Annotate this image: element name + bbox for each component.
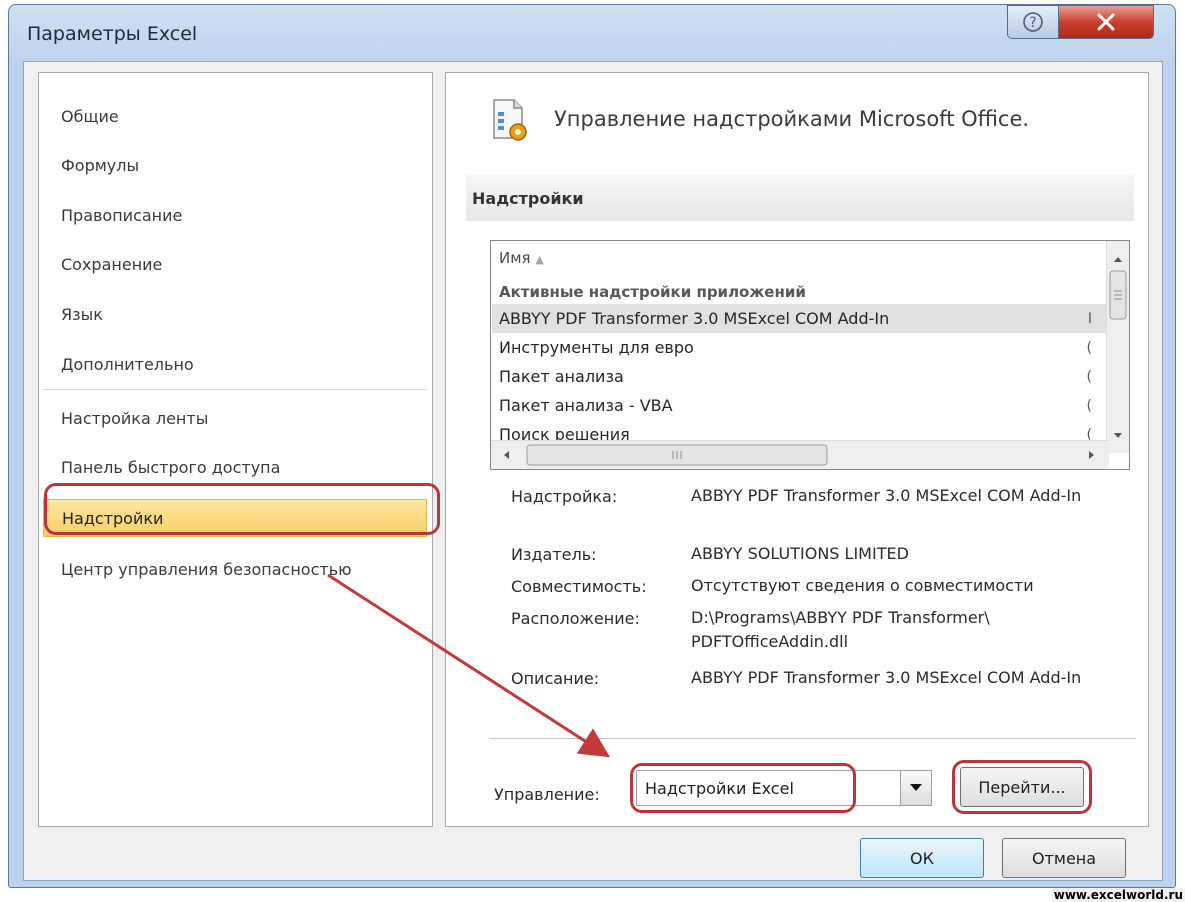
chevron-down-icon [910, 784, 922, 791]
nav-item-customize-ribbon[interactable]: Настройка ленты [43, 399, 427, 437]
vertical-scrollbar-graphics [1109, 257, 1127, 438]
list-item-location-truncated: ( [1086, 397, 1092, 414]
close-button[interactable] [1058, 5, 1154, 39]
annotation-highlight-dropdown [630, 763, 856, 813]
location-value: D:\Programs\ABBYY PDF Transformer\ PDFTO… [691, 608, 990, 651]
description-value: ABBYY PDF Transformer 3.0 MSExcel COM Ad… [691, 668, 1082, 687]
list-item-location-truncated: I [1087, 310, 1092, 327]
nav-item-label: Центр управления безопасностью [61, 559, 352, 579]
nav-item-label: Язык [61, 304, 103, 324]
nav-item-trust-center[interactable]: Центр управления безопасностью [43, 550, 427, 588]
list-item[interactable]: ABBYY PDF Transformer 3.0 MSExcel COM Ad… [492, 304, 1108, 333]
column-header-label: Имя [499, 249, 531, 267]
list-item[interactable]: Пакет анализа ( [492, 362, 1108, 391]
publisher-value: ABBYY SOLUTIONS LIMITED [691, 544, 909, 563]
separator [490, 738, 1135, 739]
nav-item-label: Панель быстрого доступа [61, 457, 281, 477]
cancel-button[interactable]: Отмена [1002, 838, 1126, 878]
watermark: www.excelworld.ru [1051, 888, 1185, 902]
dropdown-button[interactable] [900, 771, 931, 805]
scroll-right-icon [1089, 451, 1094, 459]
horizontal-scrollbar[interactable] [491, 440, 1109, 469]
nav-item-formulas[interactable]: Формулы [43, 146, 427, 184]
help-button[interactable]: ? [1007, 5, 1059, 39]
compatibility-value: Отсутствуют сведения о совместимости [691, 576, 1034, 595]
nav-item-save[interactable]: Сохранение [43, 245, 427, 283]
annotation-highlight-go-button [952, 760, 1092, 814]
dialog-client-area: Общие Формулы Правописание Сохранение Яз… [23, 61, 1163, 881]
scroll-left-icon [504, 451, 509, 459]
vertical-scrollbar[interactable] [1106, 241, 1129, 453]
nav-item-label: Формулы [61, 155, 140, 175]
publisher-label: Издатель: [511, 545, 597, 564]
nav-item-label: Общие [61, 106, 119, 126]
addins-panel: Управление надстройками Microsoft Office… [445, 72, 1149, 827]
addins-list[interactable]: Имя ▲ Активные надстройки приложений ABB… [490, 240, 1130, 470]
nav-item-language[interactable]: Язык [43, 295, 427, 333]
sort-ascending-icon: ▲ [535, 253, 544, 266]
addin-value: ABBYY PDF Transformer 3.0 MSExcel COM Ad… [691, 486, 1082, 505]
close-icon [1097, 13, 1115, 31]
manage-label: Управление: [494, 785, 600, 804]
list-item[interactable]: Пакет анализа - VBA ( [492, 391, 1108, 420]
list-item-location-truncated: ( [1086, 368, 1092, 385]
horizontal-scrollbar-graphics [504, 444, 1094, 466]
list-item-name: ABBYY PDF Transformer 3.0 MSExcel COM Ad… [499, 309, 890, 328]
addins-manager-icon [493, 99, 527, 141]
help-icon: ? [1023, 12, 1043, 32]
location-label: Расположение: [511, 609, 640, 628]
list-item-name: Пакет анализа - VBA [499, 396, 673, 415]
svg-text:?: ? [1029, 15, 1036, 31]
page-title: Управление надстройками Microsoft Office… [554, 107, 1030, 131]
ok-button[interactable]: ОК [860, 838, 984, 878]
nav-divider [43, 389, 427, 390]
group-header-label: Активные надстройки приложений [499, 282, 806, 301]
nav-item-quick-access-toolbar[interactable]: Панель быстрого доступа [43, 448, 427, 486]
nav-item-proofing[interactable]: Правописание [43, 196, 427, 234]
list-item-location-truncated: ( [1086, 339, 1092, 356]
nav-item-label: Дополнительно [61, 354, 194, 374]
addin-label: Надстройка: [511, 487, 618, 506]
nav-item-advanced[interactable]: Дополнительно [43, 345, 427, 383]
scroll-down-icon [1114, 433, 1122, 438]
list-item[interactable]: Инструменты для евро ( [492, 333, 1108, 362]
category-nav: Общие Формулы Правописание Сохранение Яз… [38, 72, 433, 827]
excel-options-dialog: Параметры Excel ? Общие Формулы Правопис… [8, 4, 1176, 888]
annotation-highlight-addins [44, 483, 440, 535]
nav-item-label: Настройка ленты [61, 408, 209, 428]
list-group-header: Активные надстройки приложений [492, 277, 1108, 306]
list-item-name: Инструменты для евро [499, 338, 694, 357]
window-title: Параметры Excel [27, 23, 198, 45]
scroll-up-icon [1114, 257, 1122, 262]
list-item-name: Пакет анализа [499, 367, 624, 386]
nav-item-general[interactable]: Общие [43, 97, 427, 135]
description-label: Описание: [511, 669, 600, 688]
section-header: Надстройки [466, 175, 1134, 221]
column-header-name[interactable]: Имя ▲ [499, 249, 544, 267]
nav-item-label: Правописание [61, 205, 183, 225]
compatibility-label: Совместимость: [511, 577, 647, 596]
section-title: Надстройки [472, 188, 584, 208]
nav-item-label: Сохранение [61, 254, 163, 274]
